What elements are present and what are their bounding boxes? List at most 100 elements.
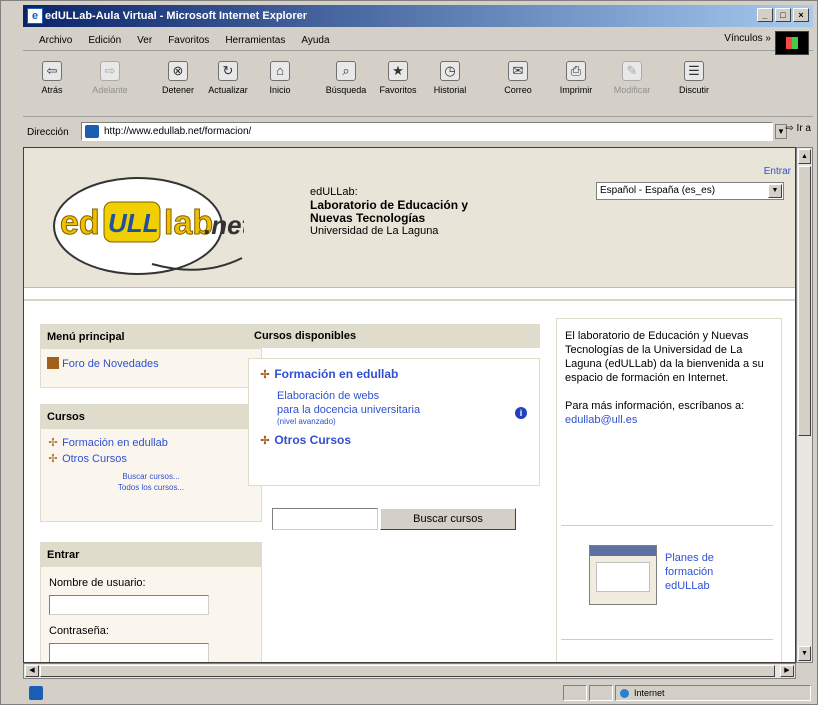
- browser-window: e edULLab-Aula Virtual - Microsoft Inter…: [0, 0, 818, 705]
- links-toolbar[interactable]: Vínculos »: [724, 33, 771, 44]
- username-input[interactable]: [49, 595, 209, 615]
- courses-title: Cursos: [41, 405, 261, 429]
- discuss-icon: ☰: [684, 61, 704, 81]
- home-icon: ⌂: [270, 61, 290, 81]
- more-info-text: Para más información, escríbanos a:: [565, 400, 745, 412]
- edit-icon: ✎: [622, 61, 642, 81]
- forward-button[interactable]: ⇨ Adelante: [85, 59, 135, 95]
- page-status-icon: [29, 686, 43, 700]
- standard-toolbar: ⇦ Atrás ⇨ Adelante ⊗ Detener ↻ Actualizar ⌂ I…: [23, 55, 813, 117]
- course-link[interactable]: Elaboración de webs para la docencia uni…: [277, 389, 529, 427]
- forum-news-link[interactable]: Foro de Novedades: [62, 358, 159, 370]
- print-button[interactable]: ⎙ Imprimir: [551, 59, 601, 95]
- site-tagline: edULLab: Laboratorio de Educación y Nuev…: [310, 186, 469, 237]
- language-select[interactable]: Español - España (es_es) ▼: [596, 182, 784, 200]
- info-icon[interactable]: i: [515, 407, 527, 419]
- svg-text:ULL: ULL: [108, 208, 159, 238]
- ie-logo-icon: e: [27, 8, 43, 24]
- horizontal-scroll-thumb[interactable]: [40, 665, 775, 677]
- search-courses-link[interactable]: Buscar cursos...: [47, 471, 255, 482]
- favorites-button[interactable]: ★ Favoritos: [373, 59, 423, 95]
- plans-image[interactable]: [589, 545, 657, 605]
- course-category-icon: ✢: [260, 435, 270, 447]
- windows-logo-icon: [775, 31, 809, 55]
- course-category-item[interactable]: ✢ Formación en edullab: [47, 435, 255, 451]
- forum-icon: [47, 357, 59, 369]
- page-header: ed ULL lab .net edULLab: Laboratorio de …: [24, 148, 795, 288]
- refresh-button[interactable]: ↻ Actualizar: [203, 59, 253, 95]
- menu-favoritos[interactable]: Favoritos: [168, 35, 209, 46]
- search-courses-button[interactable]: Buscar cursos: [380, 508, 516, 530]
- menu-ayuda[interactable]: Ayuda: [301, 35, 329, 46]
- welcome-text: El laboratorio de Educación y Nuevas Tec…: [565, 330, 764, 384]
- history-icon: ◷: [440, 61, 460, 81]
- page-viewport: ed ULL lab .net edULLab: Laboratorio de …: [23, 147, 796, 663]
- svg-text:.net: .net: [204, 210, 244, 240]
- vertical-scrollbar[interactable]: ▲ ▼: [796, 147, 813, 663]
- menu-herramientas[interactable]: Herramientas: [225, 35, 285, 46]
- username-label: Nombre de usuario:: [49, 577, 146, 589]
- scroll-down-arrow-icon[interactable]: ▼: [798, 646, 811, 661]
- forward-arrow-icon: ⇨: [100, 61, 120, 81]
- search-icon: ⌕: [336, 61, 356, 81]
- address-input[interactable]: http://www.edullab.net/formacion/: [81, 122, 773, 141]
- horizontal-scrollbar[interactable]: ◀ ▶: [23, 663, 796, 679]
- scroll-up-arrow-icon[interactable]: ▲: [798, 149, 811, 164]
- header-separator: [24, 299, 795, 301]
- close-button[interactable]: ×: [793, 8, 809, 22]
- password-label: Contraseña:: [49, 625, 109, 637]
- stop-button[interactable]: ⊗ Detener: [153, 59, 203, 95]
- back-button[interactable]: ⇦ Atrás: [27, 59, 77, 95]
- home-button[interactable]: ⌂ Inicio: [255, 59, 305, 95]
- status-bar: Internet: [23, 683, 813, 703]
- course-category-icon: ✢: [48, 453, 58, 465]
- available-courses-block: Cursos disponibles ✢ Formación en edulla…: [248, 324, 540, 530]
- discuss-button[interactable]: ☰ Discutir: [669, 59, 719, 95]
- course-category-icon: ✢: [48, 437, 58, 449]
- title-bar: e edULLab-Aula Virtual - Microsoft Inter…: [23, 5, 813, 27]
- welcome-block: El laboratorio de Educación y Nuevas Tec…: [556, 318, 782, 662]
- login-link[interactable]: Entrar: [764, 166, 791, 177]
- minimize-button[interactable]: _: [757, 8, 773, 22]
- go-button[interactable]: ⇨ Ir a: [785, 123, 811, 134]
- course-category-item[interactable]: ✢ Otros Cursos: [47, 451, 255, 467]
- menu-edicion[interactable]: Edición: [88, 35, 121, 46]
- category-otros[interactable]: ✢ Otros Cursos: [259, 433, 529, 447]
- page-icon: [85, 125, 99, 138]
- password-input[interactable]: [49, 643, 209, 662]
- course-category-icon: ✢: [260, 369, 270, 381]
- scroll-right-arrow-icon[interactable]: ▶: [780, 665, 794, 677]
- globe-icon: [620, 689, 629, 698]
- edit-button[interactable]: ✎ Modificar: [607, 59, 657, 95]
- mail-button[interactable]: ✉ Correo: [493, 59, 543, 95]
- course-search-input[interactable]: [272, 508, 378, 530]
- print-icon: ⎙: [566, 61, 586, 81]
- history-button[interactable]: ◷ Historial: [425, 59, 475, 95]
- main-menu-title: Menú principal: [41, 325, 261, 349]
- window-title: edULLab-Aula Virtual - Microsoft Interne…: [45, 10, 307, 22]
- mail-icon: ✉: [508, 61, 528, 81]
- courses-block: Cursos ✢ Formación en edullab ✢ Otros Cu…: [40, 404, 262, 522]
- all-courses-link[interactable]: Todos los cursos...: [47, 482, 255, 493]
- search-button[interactable]: ⌕ Búsqueda: [321, 59, 371, 95]
- address-bar: Dirección http://www.edullab.net/formaci…: [23, 121, 813, 143]
- plans-link[interactable]: Planes de formación edULLab: [665, 551, 714, 593]
- email-link[interactable]: edullab@ull.es: [565, 414, 637, 426]
- category-formacion[interactable]: ✢ Formación en edullab: [259, 367, 529, 381]
- edullab-logo: ed ULL lab .net: [53, 177, 244, 275]
- menu-archivo[interactable]: Archivo: [39, 35, 72, 46]
- chevron-down-icon: ▼: [768, 184, 782, 198]
- maximize-button[interactable]: □: [775, 8, 791, 22]
- address-label: Dirección: [27, 126, 69, 138]
- back-arrow-icon: ⇦: [42, 61, 62, 81]
- login-title: Entrar: [41, 543, 261, 567]
- scroll-left-arrow-icon[interactable]: ◀: [25, 665, 39, 677]
- stop-icon: ⊗: [168, 61, 188, 81]
- security-zone: Internet: [615, 685, 811, 701]
- login-block: Entrar Nombre de usuario: Contraseña:: [40, 542, 262, 662]
- vertical-scroll-thumb[interactable]: [798, 166, 811, 436]
- menu-ver[interactable]: Ver: [137, 35, 152, 46]
- available-courses-title: Cursos disponibles: [248, 324, 540, 348]
- menu-bar: Archivo Edición Ver Favoritos Herramient…: [23, 31, 813, 51]
- status-cell: [589, 685, 613, 701]
